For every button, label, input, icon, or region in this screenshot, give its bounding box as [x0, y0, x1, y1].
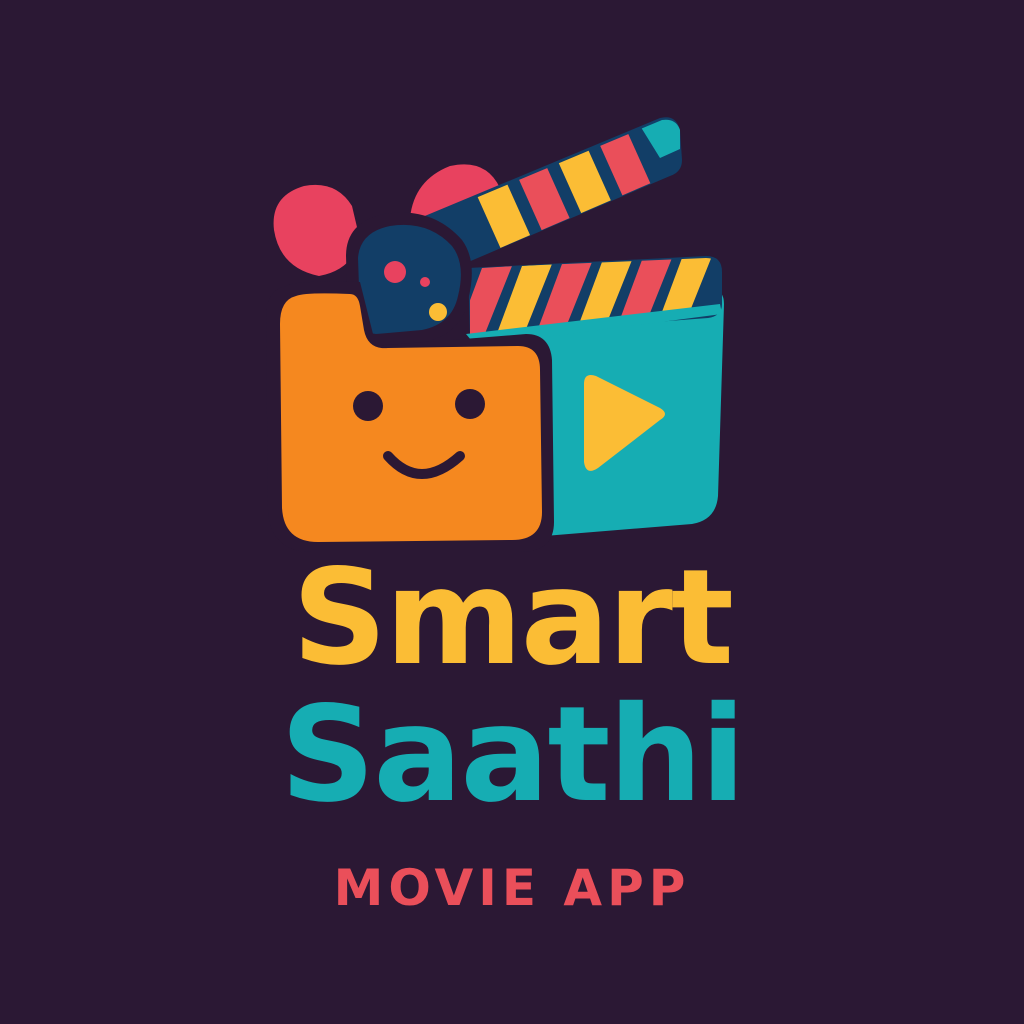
logo-canvas: Smart Saathi MOVIE APP	[0, 0, 1024, 1024]
brand-name-line-2: Saathi	[280, 678, 746, 832]
brand-name-line-1: Smart	[292, 541, 734, 695]
brand-tagline: MOVIE APP	[333, 859, 691, 917]
